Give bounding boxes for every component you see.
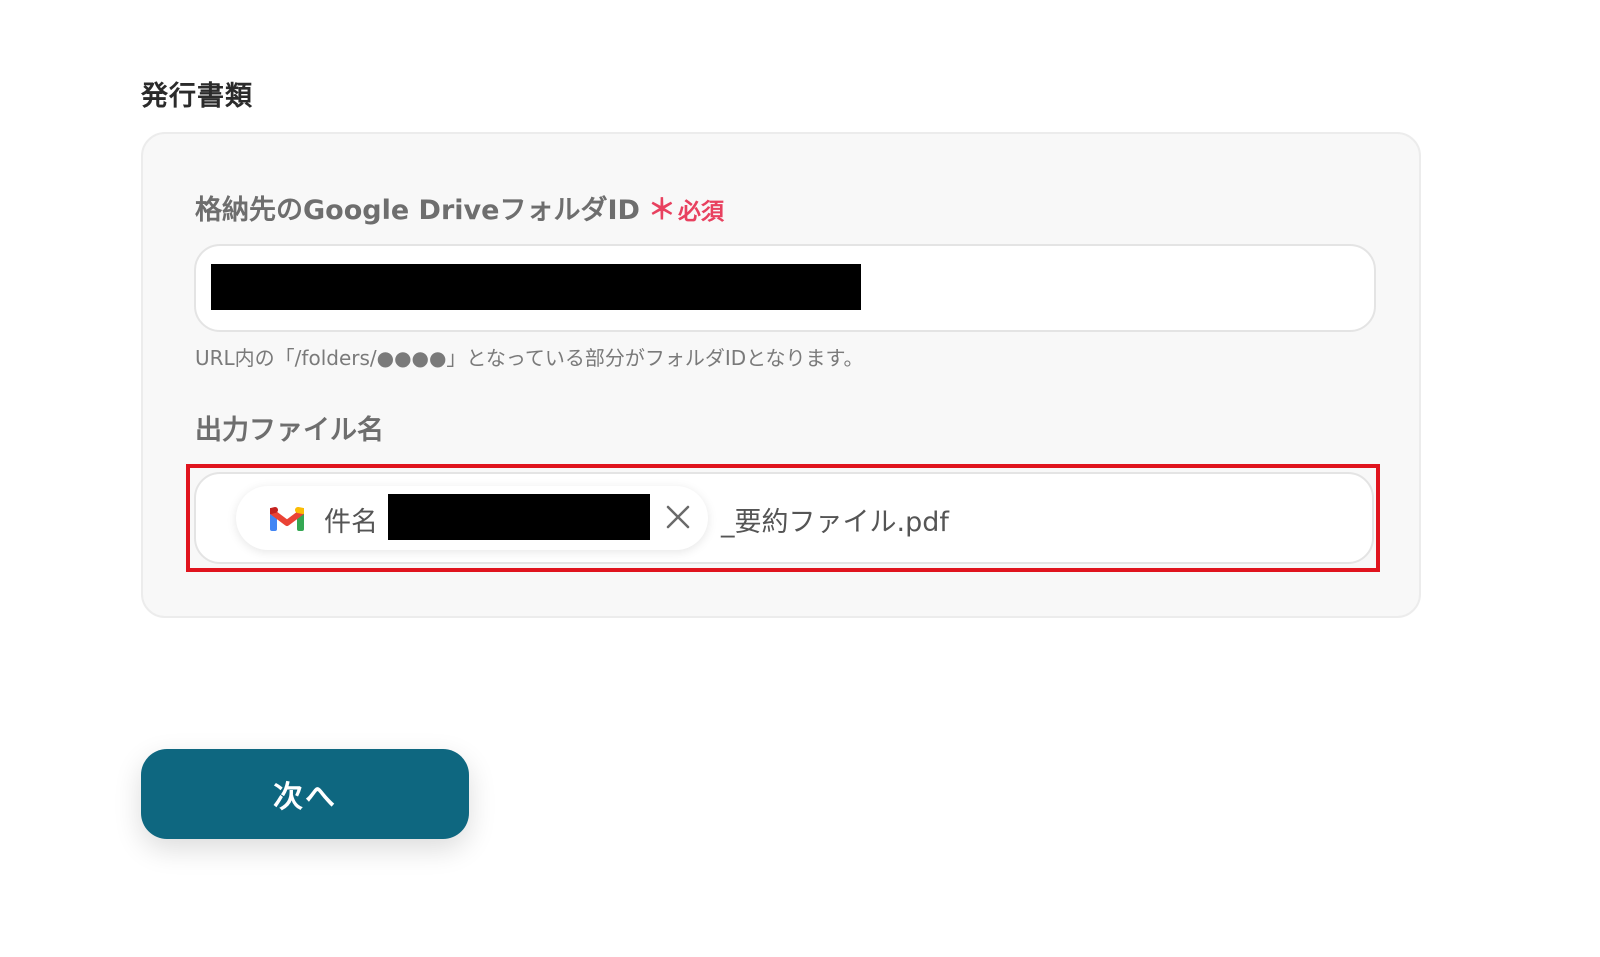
redacted-folder-id xyxy=(211,264,861,310)
required-asterisk: ＊ xyxy=(647,193,676,226)
settings-panel: 格納先のGoogle DriveフォルダID ＊必須 URL内の「/folders… xyxy=(141,132,1421,618)
required-badge: ＊必須 xyxy=(648,193,724,226)
folder-id-helper: URL内の「/folders/●●●●」となっている部分がフォルダIDとなります… xyxy=(195,346,864,370)
form-page: 発行書類 格納先のGoogle DriveフォルダID ＊必須 URL内の「/fo… xyxy=(0,0,1600,957)
required-text: 必須 xyxy=(677,199,724,225)
highlight-annotation xyxy=(186,464,1380,572)
folder-id-label: 格納先のGoogle DriveフォルダID ＊必須 xyxy=(195,188,724,228)
section-title: 発行書類 xyxy=(141,81,253,112)
folder-id-input[interactable] xyxy=(194,244,1376,332)
next-button[interactable]: 次へ xyxy=(141,749,469,839)
filename-label: 出力ファイル名 xyxy=(195,415,384,446)
folder-id-label-text: 格納先のGoogle DriveフォルダID xyxy=(195,195,640,226)
